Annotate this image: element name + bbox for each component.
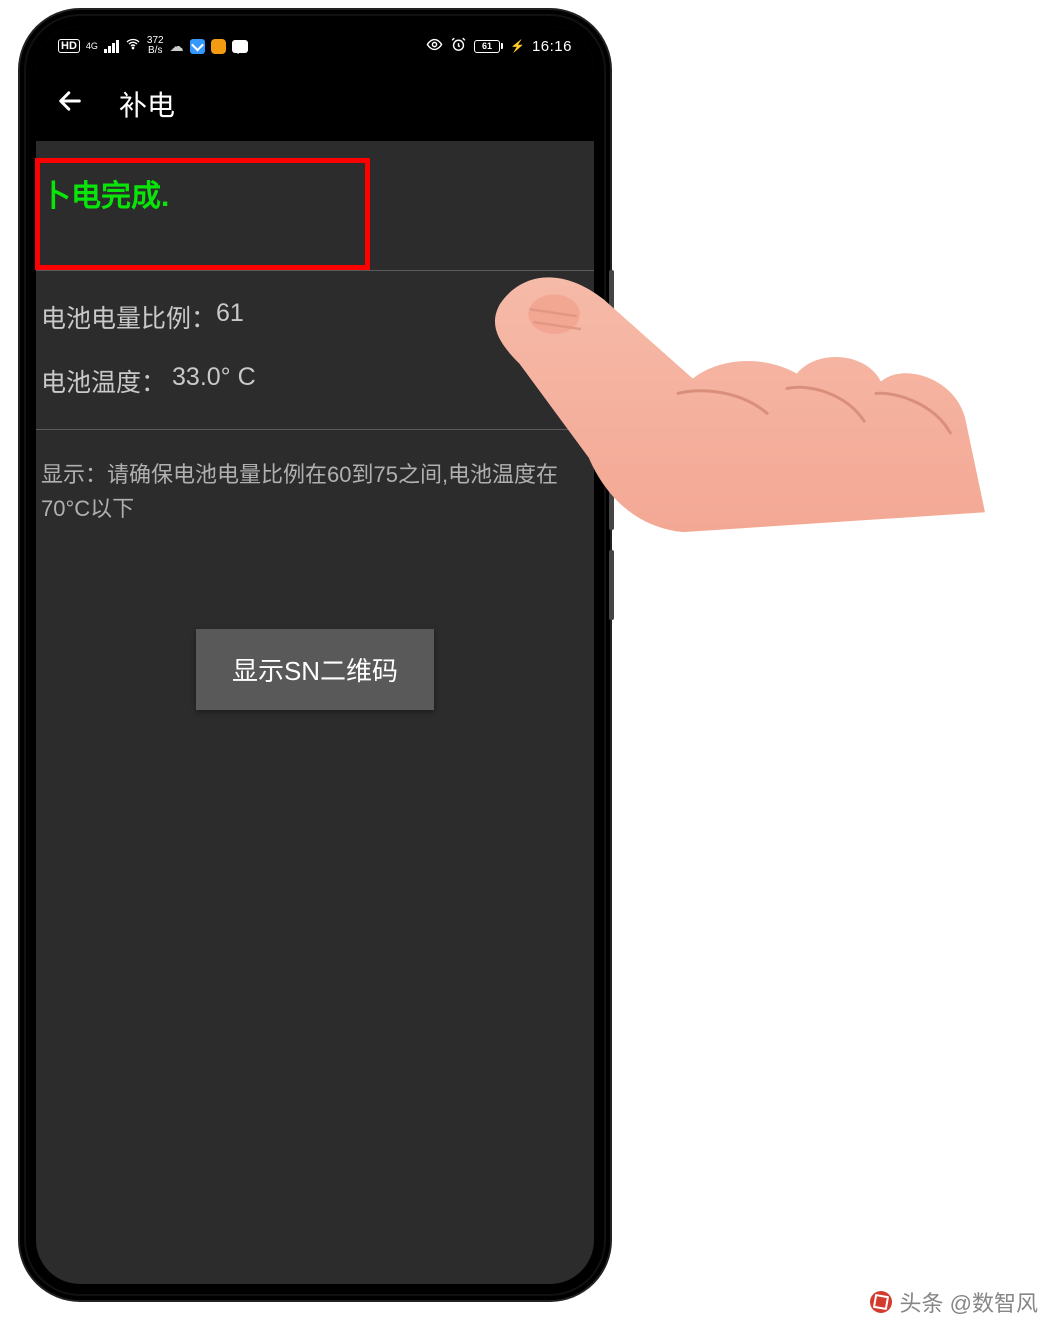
signal-icon [104, 40, 119, 53]
status-bar: HD 4G 372 B/s ☁ [36, 26, 594, 66]
hint-text: 显示：请确保电池电量比例在60到75之间,电池温度在70°C以下 [41, 458, 589, 526]
status-right: 61 ⚡ 16:16 [426, 36, 572, 57]
eye-comfort-icon [426, 36, 443, 57]
button-row: 显示SN二维码 [36, 554, 594, 710]
hd-icon: HD [58, 39, 80, 53]
phone-frame: HD 4G 372 B/s ☁ [20, 10, 610, 1300]
hint-block: 显示：请确保电池电量比例在60到75之间,电池温度在70°C以下 [36, 430, 594, 554]
content-area: 卜电完成. 电池电量比例： 61 电池温度： 33.0° C 显示：请确保电池电… [36, 141, 594, 710]
watermark-text: 头条 @数智风 [900, 1286, 1038, 1318]
status-left: HD 4G 372 B/s ☁ [58, 36, 248, 56]
battery-ratio-row: 电池电量比例： 61 [41, 299, 589, 335]
show-sn-qr-button[interactable]: 显示SN二维码 [196, 629, 434, 710]
title-bar: 补电 [36, 66, 594, 141]
battery-temp-value: 33.0° C [172, 363, 256, 399]
alarm-icon [450, 36, 467, 57]
page-title: 补电 [119, 84, 175, 124]
app-notif-icon-1 [190, 39, 205, 54]
battery-charging-icon: ⚡ [510, 39, 525, 53]
phone-bezel: HD 4G 372 B/s ☁ [26, 16, 604, 1294]
watermark-logo-icon [870, 1291, 892, 1313]
battery-ratio-value: 61 [216, 299, 244, 335]
battery-ratio-label: 电池电量比例： [41, 299, 216, 335]
clock: 16:16 [532, 38, 572, 55]
wifi-icon [125, 36, 141, 56]
completion-status-text: 卜电完成. [41, 180, 169, 213]
volume-down-button[interactable] [609, 410, 614, 530]
network-speed: 372 B/s [147, 36, 164, 56]
battery-temp-label: 电池温度： [41, 363, 166, 399]
power-button[interactable] [609, 550, 614, 620]
network-gen-label: 4G [86, 42, 98, 51]
back-button[interactable] [56, 87, 84, 120]
battery-icon: 61 [474, 40, 503, 53]
chat-icon [232, 40, 248, 53]
volume-up-button[interactable] [609, 270, 614, 390]
battery-info-block: 电池电量比例： 61 电池温度： 33.0° C [36, 271, 594, 429]
battery-temp-row: 电池温度： 33.0° C [41, 363, 589, 399]
screen: HD 4G 372 B/s ☁ [36, 26, 594, 1284]
cloud-icon: ☁ [170, 38, 184, 55]
watermark: 头条 @数智风 [870, 1286, 1038, 1318]
app-notif-icon-2 [211, 39, 226, 54]
completion-status-block: 卜电完成. [36, 141, 594, 270]
